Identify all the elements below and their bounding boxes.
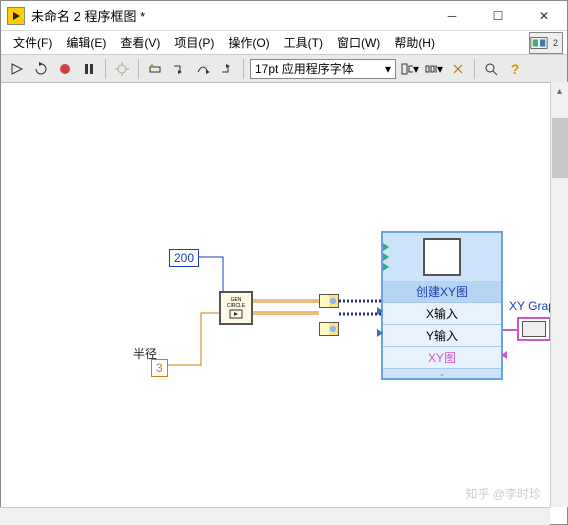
xy-graph-indicator-terminal[interactable] (517, 317, 551, 341)
scroll-thumb[interactable] (552, 118, 568, 178)
menu-project[interactable]: 项目(P) (170, 32, 218, 53)
express-output-xy[interactable]: XY图 (383, 346, 501, 368)
retain-wire-button[interactable] (145, 59, 165, 79)
const-200-value: 200 (174, 251, 194, 265)
context-help-icon[interactable]: 2 (529, 32, 563, 54)
express-input-x[interactable]: X输入 (383, 302, 501, 324)
app-icon (7, 7, 25, 25)
numeric-constant-200[interactable]: 200 (169, 249, 199, 267)
menu-operate[interactable]: 操作(O) (224, 32, 273, 53)
express-title: 创建XY图 (383, 281, 501, 302)
menu-window[interactable]: 窗口(W) (333, 32, 384, 53)
menu-edit[interactable]: 编辑(E) (62, 32, 110, 53)
menu-file[interactable]: 文件(F) (9, 32, 56, 53)
highlight-exec-button[interactable] (112, 59, 132, 79)
subvi-gen-circle[interactable]: GEN CIRCLE (219, 291, 253, 325)
pause-button[interactable] (79, 59, 99, 79)
run-button[interactable] (7, 59, 27, 79)
titlebar: 未命名 2 程序框图 * ─ ☐ ✕ (1, 1, 567, 31)
maximize-button[interactable]: ☐ (475, 1, 521, 31)
window-title: 未命名 2 程序框图 * (31, 6, 429, 25)
express-build-xy[interactable]: 创建XY图 X输入 Y输入 XY图 ⌄ (381, 231, 503, 380)
search-button[interactable] (481, 59, 501, 79)
cleanup-button[interactable] (448, 59, 468, 79)
bundle-node-y[interactable] (319, 322, 339, 336)
express-resize-handle[interactable]: ⌄ (383, 368, 501, 378)
block-diagram-canvas[interactable]: 200 半径 3 GEN CIRCLE 创建XY图 X输入 Y输入 XY图 ⌄ (1, 83, 567, 524)
minimize-button[interactable]: ─ (429, 1, 475, 31)
step-over-button[interactable] (193, 59, 213, 79)
step-out-button[interactable] (217, 59, 237, 79)
bundle-node-x[interactable] (319, 294, 339, 308)
express-left-handle-icon (383, 233, 389, 281)
font-selector[interactable]: 17pt 应用程序字体 ▾ (250, 59, 396, 79)
context-badge: 2 (549, 36, 562, 50)
radius-value: 3 (156, 361, 163, 375)
horizontal-scrollbar[interactable] (0, 507, 550, 525)
subvi-glyph-icon (229, 309, 243, 319)
radius-control-terminal[interactable]: 3 (151, 359, 168, 377)
indicator-pict-icon (522, 321, 546, 337)
dropdown-arrow-icon: ▾ (385, 62, 391, 76)
express-input-y[interactable]: Y输入 (383, 324, 501, 346)
abort-button[interactable] (55, 59, 75, 79)
vertical-scrollbar[interactable]: ▴ (550, 82, 568, 507)
menu-view[interactable]: 查看(V) (116, 32, 164, 53)
font-label: 17pt 应用程序字体 (255, 60, 354, 77)
align-button[interactable]: ▾ (400, 59, 420, 79)
scroll-up-icon[interactable]: ▴ (551, 82, 568, 100)
close-button[interactable]: ✕ (521, 1, 567, 31)
step-into-button[interactable] (169, 59, 189, 79)
express-pict-icon (423, 238, 461, 276)
watermark: 知乎 @李时珍 (465, 485, 541, 502)
menu-help[interactable]: 帮助(H) (390, 32, 439, 53)
menubar: 文件(F) 编辑(E) 查看(V) 项目(P) 操作(O) 工具(T) 窗口(W… (1, 31, 567, 55)
toolbar: 17pt 应用程序字体 ▾ ▾ ▾ ? (1, 55, 567, 83)
help-button[interactable]: ? (505, 59, 525, 79)
distribute-button[interactable]: ▾ (424, 59, 444, 79)
menu-tools[interactable]: 工具(T) (280, 32, 327, 53)
run-continuous-button[interactable] (31, 59, 51, 79)
